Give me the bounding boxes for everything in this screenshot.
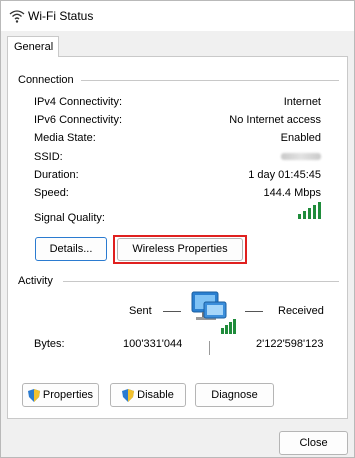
bytes-sent-value: 100'331'044 — [123, 338, 183, 350]
disable-button-label: Disable — [137, 389, 174, 401]
shield-icon — [27, 388, 40, 402]
speed-label: Speed: — [34, 187, 69, 199]
window-title: Wi-Fi Status — [28, 9, 94, 23]
network-computers-icon — [191, 291, 236, 334]
ssid-label: SSID: — [34, 151, 63, 163]
received-line — [245, 311, 263, 312]
close-button[interactable]: Close — [279, 431, 348, 455]
bytes-label: Bytes: — [34, 338, 65, 350]
duration-label: Duration: — [34, 169, 79, 181]
ipv6-value: No Internet access — [229, 114, 321, 126]
received-label: Received — [278, 305, 324, 317]
signal-strength-icon — [298, 202, 321, 219]
signal-quality-label: Signal Quality: — [34, 212, 105, 224]
title-bar: Wi-Fi Status — [1, 1, 354, 31]
tab-general[interactable]: General — [7, 36, 59, 57]
sent-label: Sent — [129, 305, 152, 317]
ipv4-label: IPv4 Connectivity: — [34, 96, 123, 108]
ipv4-value: Internet — [283, 96, 321, 108]
connection-section-label: Connection — [18, 74, 74, 86]
diagnose-button[interactable]: Diagnose — [195, 383, 274, 407]
highlight-box — [113, 235, 247, 264]
media-state-label: Media State: — [34, 132, 96, 144]
properties-button-label: Properties — [42, 389, 94, 401]
details-button[interactable]: Details... — [35, 237, 107, 261]
connection-divider — [81, 80, 339, 81]
activity-separator — [209, 341, 210, 355]
sent-line — [163, 311, 181, 312]
duration-value: 1 day 01:45:45 — [248, 169, 321, 181]
bytes-received-value: 2'122'598'123 — [256, 338, 324, 350]
speed-value: 144.4 Mbps — [263, 187, 321, 199]
wifi-status-window: Wi-Fi Status General Connection IPv4 Con… — [0, 0, 355, 458]
wifi-icon — [9, 10, 25, 23]
media-state-value: Enabled — [280, 132, 321, 144]
tab-general-label: General — [14, 41, 54, 53]
shield-icon — [122, 388, 135, 402]
activity-divider — [63, 281, 339, 282]
properties-button[interactable]: Properties — [22, 383, 99, 407]
ssid-value-redacted — [281, 153, 321, 160]
ipv6-label: IPv6 Connectivity: — [34, 114, 123, 126]
disable-button[interactable]: Disable — [110, 383, 186, 407]
activity-section-label: Activity — [18, 275, 53, 287]
